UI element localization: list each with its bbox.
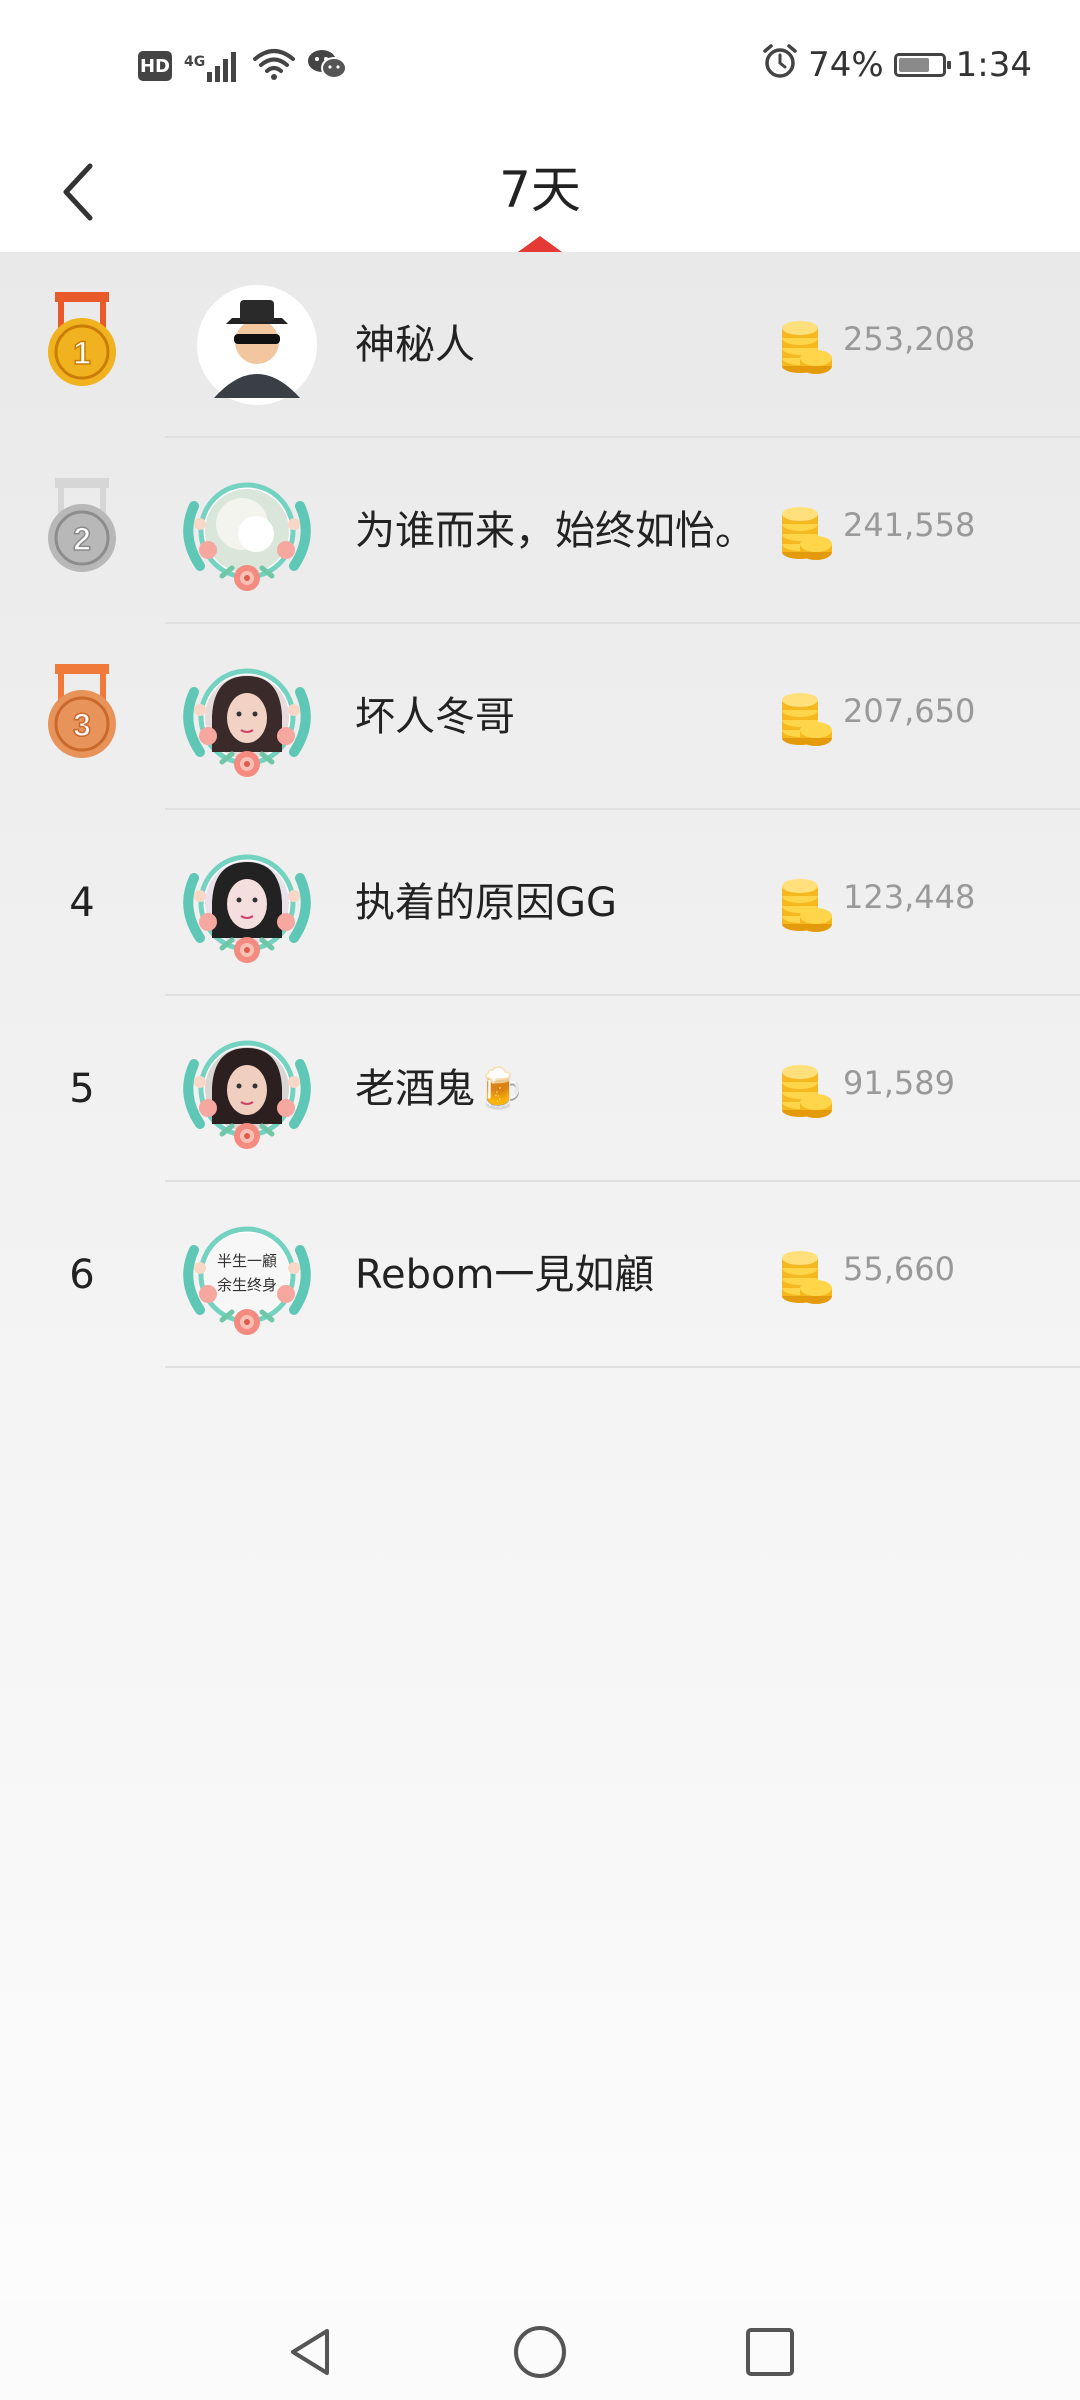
svg-text:2: 2 (73, 521, 91, 557)
ranking-row-6[interactable]: 6 半生一顧余生终身 Rebom一見如顧 55,660 (0, 1182, 1080, 1368)
battery-percent: 74% (808, 45, 884, 85)
wifi-icon (253, 47, 296, 85)
square-recents-icon (746, 2328, 794, 2376)
triangle-back-icon (291, 2329, 329, 2375)
user-name: 执着的原因GG (355, 880, 617, 926)
battery-icon (893, 53, 951, 77)
coin-stack-icon (782, 321, 832, 374)
avatar[interactable] (170, 838, 324, 968)
ranking-list: 1 神秘人 253,208 2 为谁而来，始终如怡。 241,558 3 坏人冬… (0, 252, 1080, 1368)
rank-number: 6 (69, 1252, 95, 1298)
avatar[interactable] (170, 466, 324, 596)
user-name: 为谁而来，始终如怡。 (355, 508, 755, 554)
nav-home-button[interactable] (508, 2320, 572, 2384)
page-header: 7天 (0, 130, 1080, 252)
circle-home-icon (514, 2326, 566, 2378)
ranking-list-container: 1 神秘人 253,208 2 为谁而来，始终如怡。 241,558 3 坏人冬… (0, 252, 1080, 2302)
ranking-row-1[interactable]: 1 神秘人 253,208 (0, 252, 1080, 438)
active-tab-indicator (518, 236, 562, 252)
clock-time: 1:34 (955, 45, 1032, 85)
avatar[interactable] (170, 280, 324, 410)
signal-icon: 4G (184, 50, 241, 82)
medal-3-icon: 3 (37, 660, 127, 774)
ranking-row-5[interactable]: 5 老酒鬼🍺 91,589 (0, 996, 1080, 1182)
status-icons-right: 74% 1:34 (762, 42, 1032, 88)
svg-text:1: 1 (73, 335, 91, 371)
coin-amount: 123,448 (843, 878, 976, 916)
rank-number: 5 (69, 1066, 95, 1112)
status-bar: HD 4G 74% 1:34 (0, 0, 1080, 130)
coin-amount: 253,208 (843, 320, 976, 358)
rank-cell: 6 (30, 1215, 134, 1335)
user-name: 神秘人 (355, 322, 475, 368)
network-type-label: 4G (184, 54, 206, 70)
ranking-row-3[interactable]: 3 坏人冬哥 207,650 (0, 624, 1080, 810)
rank-cell: 1 (30, 285, 134, 405)
user-name: 老酒鬼🍺 (355, 1066, 525, 1112)
svg-text:余生终身: 余生终身 (217, 1276, 277, 1294)
coin-amount: 241,558 (843, 506, 976, 544)
svg-text:3: 3 (73, 707, 91, 743)
coin-stack-icon (782, 693, 832, 746)
coin-amount: 207,650 (843, 692, 976, 730)
coin-amount: 55,660 (843, 1250, 955, 1288)
coin-amount: 91,589 (843, 1064, 955, 1102)
alarm-icon (762, 43, 798, 88)
avatar[interactable] (170, 652, 324, 782)
avatar[interactable] (170, 1024, 324, 1154)
rank-cell: 3 (30, 657, 134, 777)
coin-stack-icon (782, 879, 832, 932)
wechat-icon (307, 47, 348, 85)
battery-level-fill (898, 58, 929, 72)
medal-2-icon: 2 (37, 474, 127, 588)
rank-cell: 2 (30, 471, 134, 591)
svg-text:半生一顧: 半生一顧 (217, 1252, 277, 1270)
user-name: 坏人冬哥 (355, 694, 515, 740)
user-name: Rebom一見如顧 (355, 1252, 655, 1298)
nav-recents-button[interactable] (738, 2320, 802, 2384)
rank-cell: 4 (30, 843, 134, 963)
hd-badge: HD (138, 51, 172, 81)
avatar[interactable]: 半生一顧 余生终身 (170, 1210, 324, 1340)
coin-stack-icon (782, 1065, 832, 1118)
status-icons-left: HD 4G (138, 44, 348, 88)
tab-7-days[interactable]: 7天 (0, 150, 1080, 222)
coin-stack-icon (782, 507, 832, 560)
nav-back-button[interactable] (278, 2320, 342, 2384)
rank-cell: 5 (30, 1029, 134, 1149)
ranking-row-4[interactable]: 4 执着的原因GG 123,448 (0, 810, 1080, 996)
system-nav-bar (0, 2302, 1080, 2400)
ranking-row-2[interactable]: 2 为谁而来，始终如怡。 241,558 (0, 438, 1080, 624)
rank-number: 4 (69, 880, 95, 926)
coin-stack-icon (782, 1251, 832, 1304)
medal-1-icon: 1 (37, 288, 127, 402)
